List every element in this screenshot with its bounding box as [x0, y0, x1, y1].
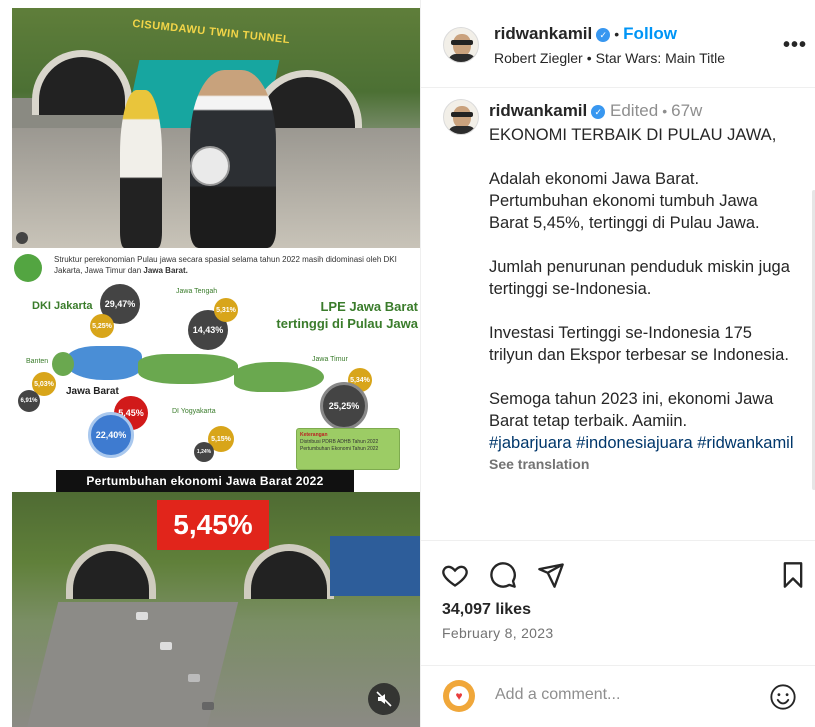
comment-bar: ♥ [421, 665, 815, 727]
jateng-growth: 5,31% [214, 298, 238, 322]
car [136, 612, 148, 620]
music-title: Star Wars: Main Title [595, 50, 726, 66]
label-jatim: Jawa Timur [312, 356, 348, 363]
header-title-row: ridwankamil ✓ • Follow [494, 24, 677, 44]
infographic-text-bold: Jawa Barat. [143, 266, 188, 275]
map-legend: Keterangan Distribusi PDRB ADHB Tahun 20… [296, 428, 400, 470]
jabar-share: 22,40% [88, 412, 134, 458]
share-send-icon[interactable] [537, 561, 565, 589]
comment-icon[interactable] [489, 561, 517, 589]
avatar-face [453, 106, 471, 128]
save-bookmark-icon[interactable] [779, 561, 807, 589]
separator-dot: • [614, 26, 620, 42]
emoji-icon[interactable] [769, 683, 797, 711]
car [160, 642, 172, 650]
carousel-indicator-icon [16, 232, 28, 244]
heart-icon: ♥ [449, 686, 469, 706]
audio-attribution[interactable]: Robert Ziegler • Star Wars: Main Title [494, 50, 725, 66]
lpe-line-1: LPE Jawa Barat [320, 299, 418, 314]
legend-item-2: Pertumbuhan Ekonomi Tahun 2022 [300, 446, 379, 452]
growth-banner: Pertumbuhan ekonomi Jawa Barat 2022 [56, 470, 354, 492]
map-jawa-tengah [138, 354, 238, 384]
caption-section: ridwankamil ✓ Edited • 67w EKONOMI TERBAIK … [421, 88, 815, 540]
economy-icon [14, 254, 42, 282]
more-options-button[interactable]: ••• [783, 34, 807, 57]
author-avatar[interactable] [443, 27, 479, 63]
infographic-description: Struktur perekonomian Pulau jawa secara … [54, 254, 404, 276]
separator-dot: • [586, 50, 592, 66]
map-jawa-barat [66, 346, 142, 380]
label-dki: DKI Jakarta [32, 300, 93, 312]
label-diy: DI Yogyakarta [172, 408, 216, 415]
author-username[interactable]: ridwankamil [494, 24, 592, 43]
music-artist: Robert Ziegler [494, 50, 583, 66]
mute-icon [376, 691, 392, 707]
label-banten: Banten [26, 358, 49, 365]
car [188, 674, 200, 682]
label-jabar: Jawa Barat [66, 386, 119, 397]
infographic-text: Struktur perekonomian Pulau jawa secara … [54, 255, 397, 275]
separator-dot: • [662, 103, 668, 119]
label-jateng: Jawa Tengah [176, 288, 218, 295]
see-translation-link[interactable]: See translation [489, 454, 799, 474]
caption-text: EKONOMI TERBAIK DI PULAU JAWA, Adalah ek… [489, 126, 790, 430]
mute-button[interactable] [368, 683, 400, 715]
viewer-avatar: ♥ [443, 680, 475, 712]
tunnel-sign: CISUMDAWU TWIN TUNNEL [131, 17, 291, 47]
tunnel-left [32, 50, 132, 115]
post-media[interactable]: CISUMDAWU TWIN TUNNEL Struktur perekonom… [0, 0, 420, 727]
caption-hashtags[interactable]: #jabarjuara #indonesiajuara #ridwankamil [489, 434, 794, 452]
instagram-post-view: CISUMDAWU TWIN TUNNEL Struktur perekonom… [0, 0, 815, 727]
helmet [190, 146, 230, 186]
avatar-body [448, 126, 476, 134]
map-banten [52, 352, 74, 376]
like-heart-icon[interactable] [441, 561, 469, 589]
lpe-line-2: tertinggi di Pulau Jawa [276, 316, 418, 331]
lpe-headline: LPE Jawa Barat tertinggi di Pulau Jawa [266, 298, 418, 332]
post-sidebar: ridwankamil ✓ • Follow Robert Ziegler • Star … [420, 0, 815, 727]
blue-roof [330, 536, 420, 596]
caption-avatar[interactable] [443, 99, 479, 135]
action-bar: 34,097 likes February 8, 2023 [421, 540, 815, 660]
comment-input[interactable] [495, 686, 755, 704]
avatar-glasses [451, 40, 473, 45]
tunnel-bottom-right [244, 544, 334, 599]
post-header: ridwankamil ✓ • Follow Robert Ziegler • Star … [421, 0, 815, 88]
caption-username[interactable]: ridwankamil [489, 101, 587, 120]
post-age[interactable]: 67w [671, 101, 702, 120]
photo-tunnel-visit: CISUMDAWU TWIN TUNNEL [12, 8, 420, 248]
avatar-body [448, 54, 476, 62]
growth-value-box: 5,45% [157, 500, 269, 550]
verified-badge-icon: ✓ [596, 27, 611, 42]
post-date[interactable]: February 8, 2023 [442, 625, 553, 641]
likes-count[interactable]: 34,097 likes [442, 601, 531, 619]
follow-button[interactable]: Follow [623, 24, 677, 43]
edited-label: Edited [610, 101, 659, 120]
infographic-panel: Struktur perekonomian Pulau jawa secara … [12, 248, 420, 470]
jatim-share: 25,25% [320, 382, 368, 430]
avatar-face [453, 34, 471, 56]
legend-item-1: Distribusi PDRB ADHB Tahun 2022 [300, 439, 379, 445]
legend-title: Keterangan [300, 432, 328, 438]
diy-share: 1,24% [194, 442, 214, 462]
photo-tunnel-road: 5,45% [12, 492, 420, 727]
map-jawa-timur [234, 362, 324, 392]
person-woman [120, 90, 162, 248]
avatar-glasses [451, 112, 473, 117]
tunnel-bottom-left [66, 544, 156, 599]
caption-body: EKONOMI TERBAIK DI PULAU JAWA, Adalah ek… [489, 124, 799, 474]
caption-meta: ridwankamil ✓ Edited • 67w [489, 101, 702, 121]
banten-share: 6,91% [18, 390, 40, 412]
verified-badge-icon: ✓ [591, 104, 606, 119]
dki-growth: 5,25% [90, 314, 114, 338]
car [202, 702, 214, 710]
